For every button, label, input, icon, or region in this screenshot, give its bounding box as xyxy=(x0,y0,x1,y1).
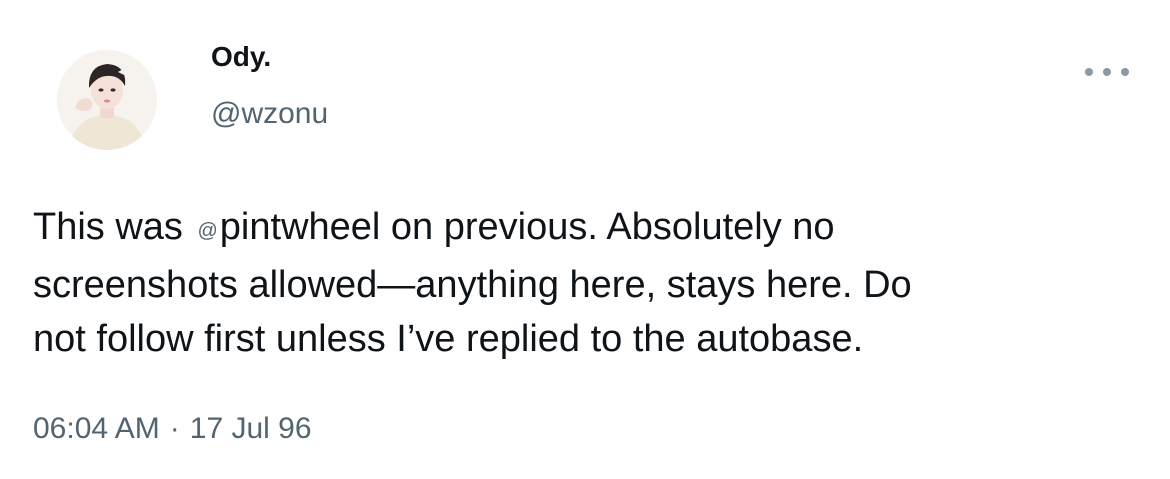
tweet-text: This was @pintwheel on previous. Absolut… xyxy=(33,200,1143,366)
more-options-icon xyxy=(1085,68,1093,76)
display-name[interactable]: Ody. xyxy=(211,40,271,74)
more-options-icon xyxy=(1121,68,1129,76)
tweet-time: 06:04 AM xyxy=(33,412,160,445)
more-options-button[interactable] xyxy=(1085,60,1129,84)
tweet-line-1: This was @pintwheel on previous. Absolut… xyxy=(33,200,1143,258)
tweet-line-2: screenshots allowed—anything here, stays… xyxy=(33,264,912,306)
mention-username[interactable]: pintwheel xyxy=(220,206,381,248)
tweet-line-3: not follow first unless I’ve replied to … xyxy=(33,318,864,360)
tweet-text-segment: on previous. Absolutely no xyxy=(380,206,835,248)
meta-separator: · xyxy=(169,412,180,445)
avatar-photo xyxy=(57,50,157,150)
user-handle[interactable]: @wzonu xyxy=(211,96,328,132)
tweet-timestamp[interactable]: 06:04 AM · 17 Jul 96 xyxy=(33,411,312,447)
avatar[interactable] xyxy=(57,50,157,150)
mention-at-symbol[interactable]: @ xyxy=(197,220,217,242)
more-options-icon xyxy=(1103,68,1111,76)
tweet-text-segment: This was xyxy=(33,206,194,248)
tweet-date: 17 Jul 96 xyxy=(189,412,312,445)
